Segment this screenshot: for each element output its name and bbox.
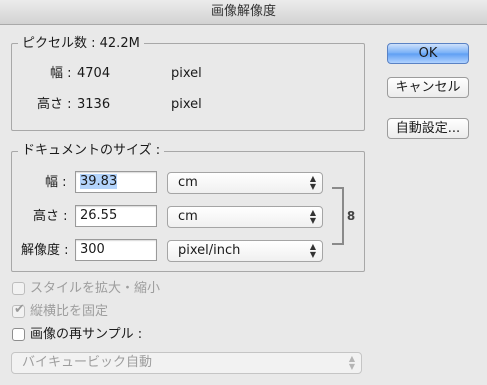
ok-button[interactable]: OK — [387, 43, 469, 64]
pixel-width-unit: pixel — [171, 66, 202, 81]
doc-width-unit-value: cm — [178, 175, 198, 190]
scale-styles-checkbox[interactable]: スタイルを拡大・縮小 — [12, 280, 212, 298]
select-arrows-icon: ▲ ▼ — [309, 208, 316, 225]
doc-height-unit-value: cm — [178, 209, 198, 224]
pixel-height-unit: pixel — [171, 97, 202, 112]
doc-height-label: 高さ : — [33, 209, 68, 224]
constrain-proportions-checkbox[interactable]: ✔ 縦横比を固定 — [12, 302, 212, 321]
resample-label: 画像の再サンプル : — [30, 327, 143, 342]
checkbox-box — [12, 282, 25, 295]
resolution-input[interactable]: 300 — [75, 239, 157, 261]
checkbox-box — [12, 328, 25, 341]
scale-styles-label: スタイルを拡大・縮小 — [30, 281, 161, 296]
resample-method-value: バイキュービック自動 — [22, 355, 153, 370]
doc-height-input[interactable]: 26.55 — [75, 205, 157, 227]
constrain-proportions-label: 縦横比を固定 — [30, 304, 109, 319]
constrain-bracket — [332, 187, 344, 245]
doc-height-value: 26.55 — [80, 208, 118, 223]
checkbox-box: ✔ — [12, 302, 25, 318]
doc-height-unit-select[interactable]: cm ▲ ▼ — [167, 206, 323, 228]
select-arrows-icon: ▲ ▼ — [348, 354, 355, 371]
pixel-dimensions-title: ピクセル数 : 42.2M — [18, 36, 144, 52]
doc-width-value: 39.83 — [80, 174, 118, 189]
pixel-height-value: 3136 — [77, 97, 111, 112]
resolution-unit-value: pixel/inch — [178, 243, 241, 258]
pixel-dimensions-group — [11, 43, 365, 131]
resolution-label: 解像度 : — [21, 243, 69, 258]
pixel-width-label: 幅 : — [50, 66, 72, 81]
auto-button[interactable]: 自動設定... — [387, 118, 469, 139]
resample-checkbox[interactable]: 画像の再サンプル : — [12, 326, 212, 344]
doc-width-unit-select[interactable]: cm ▲ ▼ — [167, 172, 323, 194]
cancel-button[interactable]: キャンセル — [387, 77, 469, 98]
doc-width-label: 幅 : — [45, 175, 67, 190]
resample-method-select[interactable]: バイキュービック自動 ▲ ▼ — [11, 352, 362, 374]
resolution-value: 300 — [80, 242, 105, 257]
select-arrows-icon: ▲ ▼ — [309, 242, 316, 259]
chain-link-icon: 8 — [346, 209, 356, 223]
pixel-height-label: 高さ : — [37, 97, 72, 112]
resolution-unit-select[interactable]: pixel/inch ▲ ▼ — [167, 240, 323, 262]
window-title: 画像解像度 — [0, 0, 487, 25]
document-size-title: ドキュメントのサイズ : — [18, 143, 165, 159]
pixel-width-value: 4704 — [77, 66, 111, 81]
checkmark-icon: ✔ — [14, 302, 25, 317]
select-arrows-icon: ▲ ▼ — [309, 174, 316, 191]
doc-width-input[interactable]: 39.83 — [75, 171, 157, 193]
image-size-dialog: 画像解像度 ピクセル数 : 42.2M 幅 : 4704 pixel 高さ : … — [0, 0, 487, 385]
